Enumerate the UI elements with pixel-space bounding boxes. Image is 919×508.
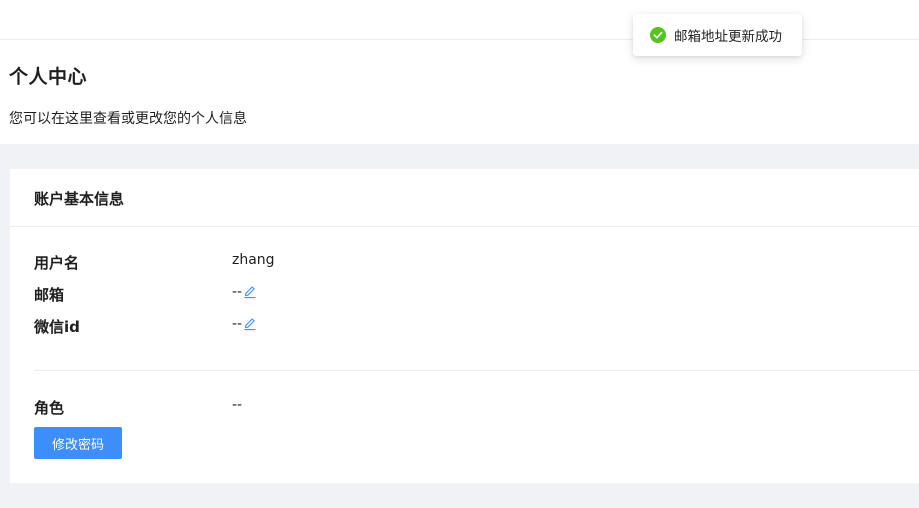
- field-row-wechat: 微信id --: [34, 316, 894, 338]
- edit-icon[interactable]: [243, 285, 257, 299]
- check-circle-icon: [650, 27, 666, 43]
- field-value: --: [232, 316, 257, 332]
- field-value: --: [232, 284, 257, 300]
- page-description: 您可以在这里查看或更改您的个人信息: [9, 111, 247, 127]
- toast-message: 邮箱地址更新成功: [674, 29, 782, 45]
- field-label: 角色: [34, 399, 65, 417]
- page-title: 个人中心: [9, 66, 88, 88]
- field-label: 用户名: [34, 254, 80, 272]
- field-row-email: 邮箱 --: [34, 284, 894, 306]
- card-title: 账户基本信息: [34, 190, 125, 208]
- edit-icon[interactable]: [243, 317, 257, 331]
- field-row-username: 用户名 zhang: [34, 252, 894, 274]
- field-value: zhang: [232, 252, 275, 268]
- account-info-card: 账户基本信息 用户名 zhang 邮箱 -- 微信id -- 角色 -- 修改密…: [10, 169, 919, 483]
- role-value: --: [232, 397, 243, 413]
- field-row-role: 角色 --: [34, 397, 894, 419]
- card-header: 账户基本信息: [10, 169, 919, 227]
- wechat-id-value: --: [232, 316, 243, 332]
- field-label: 微信id: [34, 318, 80, 336]
- field-value: --: [232, 397, 242, 413]
- field-label: 邮箱: [34, 286, 65, 304]
- username-value: zhang: [232, 252, 275, 268]
- section-divider: [34, 370, 919, 371]
- email-value: --: [232, 284, 243, 300]
- change-password-button[interactable]: 修改密码: [34, 427, 122, 459]
- success-toast: 邮箱地址更新成功: [633, 14, 802, 56]
